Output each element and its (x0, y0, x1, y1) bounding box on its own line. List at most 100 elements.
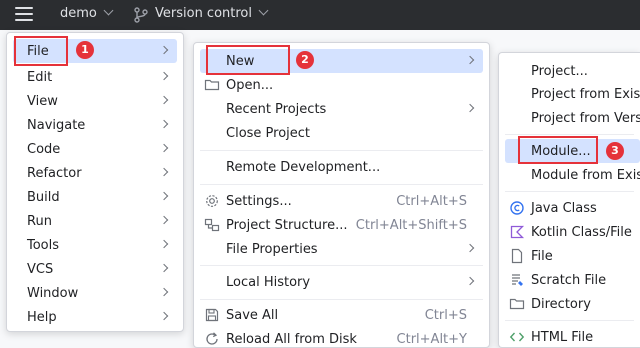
chevron-right-icon (159, 191, 169, 201)
step-badge-2: 2 (296, 51, 314, 69)
chevron-right-icon (159, 167, 169, 177)
java-class-icon (510, 201, 524, 215)
menu-item-label: Edit (27, 69, 53, 85)
menu-item-run[interactable]: Run (13, 209, 177, 233)
menu-item-label: Module from Exist (531, 167, 640, 183)
shortcut-label: Ctrl+Alt+Y (396, 331, 467, 347)
menu-separator (200, 299, 483, 300)
menu-item-vcs[interactable]: VCS (13, 257, 177, 281)
chevron-right-icon (159, 119, 169, 129)
menu-item-label: Build (27, 189, 60, 205)
step-badge-3: 3 (606, 142, 624, 160)
menu-item-project-structure[interactable]: Project Structure... Ctrl+Alt+Shift+S (200, 213, 483, 237)
project-name: demo (60, 6, 97, 21)
menu-item-refactor[interactable]: Refactor (13, 161, 177, 185)
menu-separator (200, 184, 483, 185)
menu-item-save-all[interactable]: Save All Ctrl+S (200, 303, 483, 327)
chevron-right-icon (159, 311, 169, 321)
menu-item-label: Scratch File (531, 272, 607, 288)
menu-item-label: Code (27, 141, 61, 157)
main-menu: File Edit View Navigate Code Refactor Bu… (6, 32, 184, 332)
menu-item-label: Kotlin Class/File (531, 224, 632, 240)
menu-item-label: Java Class (531, 200, 597, 216)
menu-item-directory[interactable]: Directory (505, 292, 640, 316)
menu-item-label: Navigate (27, 117, 86, 133)
main-menu-icon[interactable] (15, 7, 33, 23)
menu-separator (200, 265, 483, 266)
menu-item-build[interactable]: Build (13, 185, 177, 209)
menu-item-recent-projects[interactable]: Recent Projects (200, 97, 483, 121)
branch-icon (134, 7, 148, 23)
menu-item-project-from-vcs[interactable]: Project from Vers (505, 106, 640, 130)
highlight-box-file (14, 36, 68, 66)
scratch-file-icon (512, 274, 523, 286)
vcs-label: Version control (155, 6, 252, 21)
gear-icon (206, 195, 218, 207)
chevron-right-icon (159, 215, 169, 225)
menu-item-reload-all[interactable]: Reload All from Disk Ctrl+Alt+Y (200, 327, 483, 348)
menu-item-window[interactable]: Window (13, 281, 177, 305)
title-bar: demo Version control (0, 0, 640, 30)
html-file-icon (509, 332, 525, 342)
menu-item-open[interactable]: Open... (200, 73, 483, 97)
menu-item-label: File Properties (226, 241, 318, 257)
chevron-right-icon (159, 239, 169, 249)
folder-icon (204, 79, 220, 91)
menu-item-label: Local History (226, 274, 311, 290)
menu-separator (505, 320, 634, 321)
menu-item-view[interactable]: View (13, 89, 177, 113)
shortcut-label: Ctrl+Alt+Shift+S (355, 217, 467, 233)
highlight-box-module (518, 136, 598, 164)
menu-item-label: Settings... (226, 193, 292, 209)
chevron-right-icon (465, 55, 475, 65)
project-selector[interactable]: demo (60, 5, 114, 21)
menu-item-label: File (531, 248, 553, 264)
chevron-right-icon (465, 243, 475, 253)
menu-separator (505, 191, 634, 192)
project-structure-icon (204, 218, 220, 232)
menu-item-label: View (27, 93, 58, 109)
menu-item-label: Directory (531, 296, 591, 312)
menu-item-close-project[interactable]: Close Project (200, 121, 483, 145)
highlight-box-new (206, 45, 290, 75)
menu-item-label: Project from Vers (531, 110, 640, 126)
vcs-selector[interactable]: Version control (155, 5, 269, 21)
chevron-right-icon (465, 276, 475, 286)
menu-item-settings[interactable]: Settings... Ctrl+Alt+S (200, 189, 483, 213)
menu-item-new-project[interactable]: Project... (505, 59, 640, 83)
menu-item-label: Close Project (226, 125, 311, 141)
chevron-right-icon (159, 95, 169, 105)
menu-item-label: Project from Exist (531, 86, 640, 102)
menu-item-scratch-file[interactable]: Scratch File (505, 268, 640, 292)
chevron-down-icon (103, 5, 114, 16)
menu-item-help[interactable]: Help (13, 305, 177, 329)
menu-item-file[interactable]: File (505, 244, 640, 268)
menu-item-remote-development[interactable]: Remote Development... (200, 155, 483, 179)
menu-separator (200, 150, 483, 151)
menu-item-file-properties[interactable]: File Properties (200, 237, 483, 261)
menu-item-label: Save All (226, 307, 279, 323)
save-icon (205, 308, 219, 322)
menu-item-label: HTML File (531, 329, 594, 345)
chevron-right-icon (465, 103, 475, 113)
menu-item-label: Run (27, 213, 52, 229)
menu-item-label: Project... (531, 63, 588, 79)
menu-item-navigate[interactable]: Navigate (13, 113, 177, 137)
reload-icon (206, 332, 218, 345)
menu-item-label: Reload All from Disk (226, 331, 357, 347)
file-icon (511, 248, 523, 264)
menu-item-kotlin-class[interactable]: Kotlin Class/File (505, 220, 640, 244)
menu-item-module-from-existing[interactable]: Module from Exist (505, 163, 640, 187)
menu-item-edit[interactable]: Edit (13, 65, 177, 89)
menu-item-code[interactable]: Code (13, 137, 177, 161)
menu-item-html-file[interactable]: HTML File (505, 325, 640, 348)
menu-item-label: Open... (226, 77, 274, 93)
menu-item-local-history[interactable]: Local History (200, 270, 483, 294)
chevron-right-icon (159, 71, 169, 81)
kotlin-icon (510, 225, 525, 239)
menu-item-java-class[interactable]: Java Class (505, 196, 640, 220)
menu-item-project-from-existing[interactable]: Project from Exist (505, 82, 640, 106)
file-submenu: New Open... Recent Projects Close Projec… (193, 42, 490, 348)
new-submenu: Project... Project from Exist Project fr… (498, 52, 640, 348)
menu-item-tools[interactable]: Tools (13, 233, 177, 257)
